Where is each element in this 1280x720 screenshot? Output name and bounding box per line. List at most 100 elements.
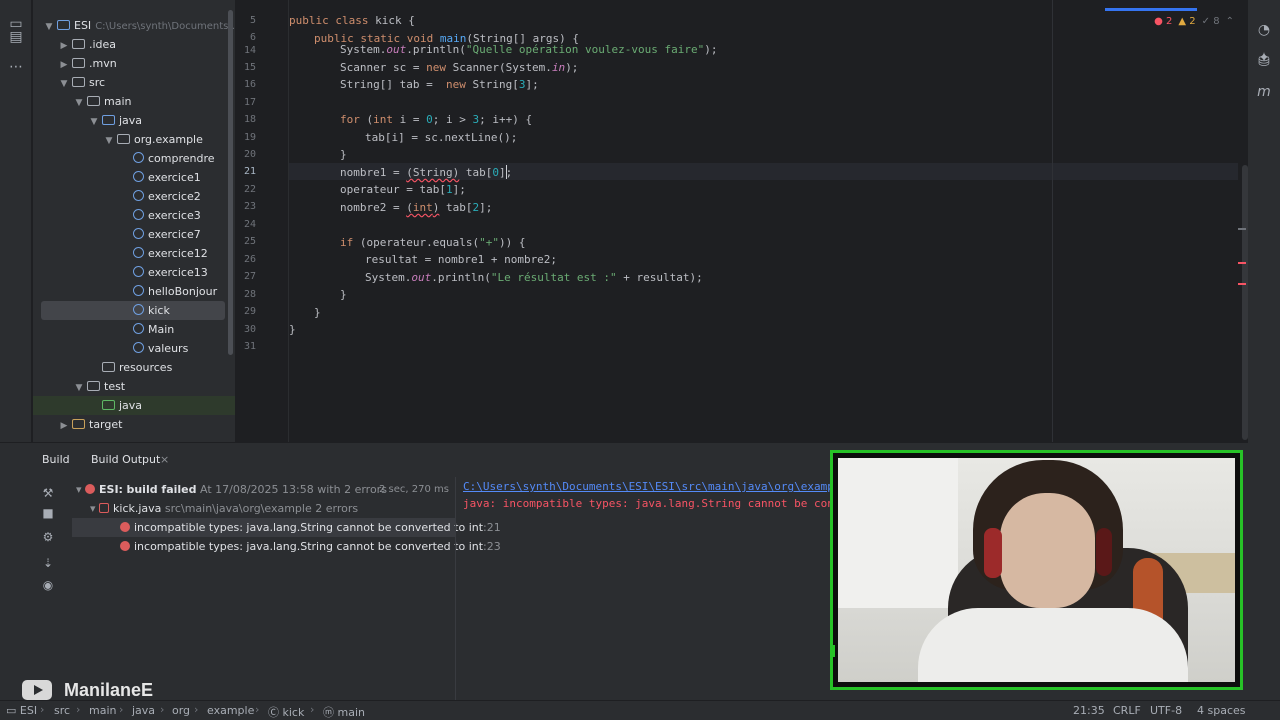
tree-item-exercice13[interactable]: exercice13: [33, 263, 235, 282]
tree-item-label: test: [104, 380, 126, 393]
code-line[interactable]: System.out.println("Quelle opération vou…: [340, 43, 718, 56]
code-editor[interactable]: 5 6 14 15 16 17 18 19 20 21 22 23 24 25 …: [236, 0, 1248, 442]
code-line[interactable]: nombre1 = (String) tab[0];: [340, 166, 512, 179]
code-line[interactable]: tab[i] = sc.nextLine();: [365, 131, 517, 144]
error-stripe-marker[interactable]: [1238, 262, 1246, 264]
code-line[interactable]: public class kick {: [289, 14, 415, 27]
tree-item-label: comprendre: [148, 152, 215, 165]
chevron-right-icon[interactable]: ▶: [58, 417, 70, 436]
class-icon: [133, 228, 144, 239]
code-line[interactable]: for (int i = 0; i > 3; i++) {: [340, 113, 532, 126]
stop-icon[interactable]: ■: [40, 505, 56, 521]
close-icon[interactable]: ×: [160, 453, 169, 466]
tree-item-mvn[interactable]: ▶ .mvn: [33, 54, 235, 73]
chevron-up-icon[interactable]: ⌃: [1226, 16, 1234, 27]
build-root-row[interactable]: ▾ ESI: build failed At 17/08/2025 13:58 …: [76, 480, 449, 499]
tree-item-test[interactable]: ▼ test: [33, 377, 235, 396]
tree-item-main-class[interactable]: Main: [33, 320, 235, 339]
tree-item-exercice1[interactable]: exercice1: [33, 168, 235, 187]
build-output-link[interactable]: C:\Users\synth\Documents\ESI\ESI\src\mai…: [463, 480, 847, 493]
tree-item-hellobonjour[interactable]: helloBonjour: [33, 282, 235, 301]
eye-icon[interactable]: ◉: [40, 577, 56, 593]
tree-item-comprendre[interactable]: comprendre: [33, 149, 235, 168]
breadcrumb-kick[interactable]: Ⓒ kick: [268, 704, 304, 720]
more-tools-icon[interactable]: ⋯: [6, 57, 26, 77]
tree-item-src[interactable]: ▼ src: [33, 73, 235, 92]
code-line[interactable]: String[] tab = new String[3];: [340, 78, 539, 91]
test-folder-icon: [102, 400, 115, 410]
indent-setting[interactable]: 4 spaces: [1197, 704, 1246, 717]
tree-item-main[interactable]: ▼ main: [33, 92, 235, 111]
build-file-row[interactable]: ▾ kick.java src\main\java\org\example 2 …: [90, 499, 450, 518]
breadcrumb-java[interactable]: java: [132, 704, 155, 717]
error-stripe-marker[interactable]: [1238, 283, 1246, 285]
notifications-icon[interactable]: ◔: [1254, 20, 1274, 40]
code-line[interactable]: }: [314, 306, 321, 319]
build-splitter[interactable]: [455, 477, 456, 701]
build-error-text: incompatible types: java.lang.String can…: [134, 521, 484, 534]
line-ending[interactable]: CRLF: [1113, 704, 1141, 717]
breadcrumb-separator: ›: [194, 703, 199, 716]
channel-watermark: ManilaneE: [22, 679, 153, 701]
code-line[interactable]: }: [289, 323, 296, 336]
breadcrumb-main-method[interactable]: ⓜ main: [323, 704, 365, 720]
file-encoding[interactable]: UTF-8: [1150, 704, 1182, 717]
tree-root-esi[interactable]: ▼ ESI C:\Users\synth\Documents\...: [33, 16, 235, 35]
webcam-headphone: [1096, 528, 1112, 576]
tree-item-valeurs[interactable]: valeurs: [33, 339, 235, 358]
structure-icon[interactable]: ▤: [6, 27, 26, 47]
code-line[interactable]: Scanner sc = new Scanner(System.in);: [340, 61, 578, 74]
code-line[interactable]: }: [340, 288, 347, 301]
breadcrumb-src[interactable]: src: [54, 704, 70, 717]
tree-item-target[interactable]: ▶ target: [33, 415, 235, 434]
code-line[interactable]: if (operateur.equals("+")) {: [340, 236, 525, 249]
tab-build-output[interactable]: Build Output: [91, 453, 160, 466]
tree-item-org-example[interactable]: ▼ org.example: [33, 130, 235, 149]
breadcrumb-main[interactable]: main: [89, 704, 116, 717]
code-line[interactable]: }: [340, 148, 347, 161]
build-output-error: java: incompatible types: java.lang.Stri…: [463, 497, 848, 510]
hammer-icon[interactable]: ⚒: [40, 485, 56, 501]
tree-item-exercice3[interactable]: exercice3: [33, 206, 235, 225]
database-icon[interactable]: ⛁: [1254, 52, 1274, 72]
maven-icon[interactable]: m: [1254, 82, 1274, 102]
breadcrumb-example[interactable]: example: [207, 704, 254, 717]
line-number: 27: [243, 271, 256, 282]
code-line[interactable]: System.out.println("Le résultat est :" +…: [365, 271, 703, 284]
tree-item-kick[interactable]: kick: [41, 301, 225, 320]
folder-icon: [72, 419, 85, 429]
tree-item-exercice12[interactable]: exercice12: [33, 244, 235, 263]
build-error-row[interactable]: incompatible types: java.lang.String can…: [72, 537, 501, 556]
inspection-widget[interactable]: ● 2 ▲ 2 ✓ 8 ⌃: [1154, 16, 1240, 27]
line-number: 26: [243, 254, 256, 265]
source-folder-icon: [102, 115, 115, 125]
caret-position[interactable]: 21:35: [1073, 704, 1105, 717]
build-error-row[interactable]: incompatible types: java.lang.String can…: [72, 518, 501, 537]
build-panel-title[interactable]: Build: [42, 453, 70, 466]
webcam-feed: [838, 458, 1235, 682]
build-file-detail: src\main\java\org\example 2 errors: [164, 502, 359, 515]
tree-item-label: java: [119, 114, 143, 127]
breadcrumb-org[interactable]: org: [172, 704, 190, 717]
text-caret: [506, 165, 507, 179]
tree-scrollbar[interactable]: [228, 10, 233, 355]
breadcrumb-separator: ›: [310, 703, 315, 716]
code-line[interactable]: resultat = nombre1 + nombre2;: [365, 253, 557, 266]
tree-item-exercice7[interactable]: exercice7: [33, 225, 235, 244]
tree-item-java[interactable]: ▼ java: [33, 111, 235, 130]
tree-item-resources[interactable]: resources: [33, 358, 235, 377]
error-stripe-marker[interactable]: [1238, 228, 1246, 230]
tree-item-test-java[interactable]: java: [33, 396, 235, 415]
code-line[interactable]: operateur = tab[1];: [340, 183, 466, 196]
error-count-value: 2: [1166, 16, 1173, 27]
breadcrumb-project[interactable]: ▭ ESI: [6, 704, 37, 717]
chevron-down-icon[interactable]: ▾: [76, 483, 85, 496]
chevron-down-icon[interactable]: ▾: [90, 502, 99, 515]
class-icon: [133, 152, 144, 163]
check-count: ✓ 8: [1201, 16, 1220, 27]
tree-item-exercice2[interactable]: exercice2: [33, 187, 235, 206]
code-line[interactable]: nombre2 = (int) tab[2];: [340, 201, 492, 214]
tree-item-idea[interactable]: ▶ .idea: [33, 35, 235, 54]
pin-icon[interactable]: ⇣: [40, 555, 56, 571]
gear-icon[interactable]: ⚙: [40, 529, 56, 545]
